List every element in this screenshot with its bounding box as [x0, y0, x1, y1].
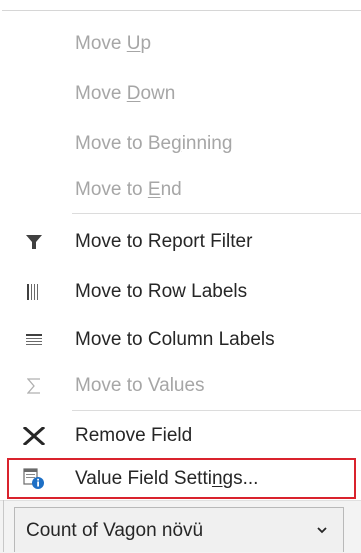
field-chip-count-of-vagon-novu[interactable]: Count of Vagon növü	[14, 507, 344, 552]
area-border	[3, 500, 4, 552]
menu-item-label: Move to Beginning	[75, 133, 233, 154]
menu-item-label: Move to Row Labels	[75, 281, 248, 302]
menu-item-move-to-report-filter[interactable]: Move to Report Filter	[0, 218, 361, 266]
field-chip-label: Count of Vagon növü	[26, 520, 204, 541]
filter-icon	[22, 218, 46, 266]
menu-item-remove-field[interactable]: Remove Field	[0, 412, 361, 460]
menu-item-move-to-row-labels[interactable]: Move to Row Labels	[0, 268, 361, 316]
row-labels-icon	[22, 268, 46, 316]
menu-item-label: Remove Field	[75, 425, 193, 446]
menu-item-move-to-beginning[interactable]: Move to Beginning	[0, 120, 361, 168]
menu-item-move-down[interactable]: Move Down	[0, 70, 361, 118]
remove-x-icon	[22, 412, 46, 460]
chevron-down-icon[interactable]	[316, 523, 328, 535]
value-field-settings-icon	[22, 455, 46, 503]
menu-item-move-to-column-labels[interactable]: Move to Column Labels	[0, 316, 361, 364]
top-divider	[2, 10, 361, 11]
menu-item-move-to-values[interactable]: Move to Values	[0, 362, 361, 410]
menu-item-label: Move to Column Labels	[75, 329, 275, 350]
menu-separator	[72, 213, 361, 214]
menu-item-label: Move to Values	[75, 375, 205, 396]
column-labels-icon	[22, 316, 46, 364]
menu-item-label: Move Down	[75, 83, 176, 104]
menu-item-label: Value Field Settings...	[75, 468, 259, 489]
menu-item-label: Move to Report Filter	[75, 231, 253, 252]
menu-item-label: Move Up	[75, 33, 152, 54]
menu-item-move-up[interactable]: Move Up	[0, 20, 361, 68]
menu-item-move-to-end[interactable]: Move to End	[0, 166, 361, 214]
sigma-icon	[22, 362, 46, 410]
menu-item-label: Move to End	[75, 179, 182, 200]
menu-item-value-field-settings[interactable]: Value Field Settings...	[0, 455, 361, 503]
menu-separator	[72, 410, 361, 411]
